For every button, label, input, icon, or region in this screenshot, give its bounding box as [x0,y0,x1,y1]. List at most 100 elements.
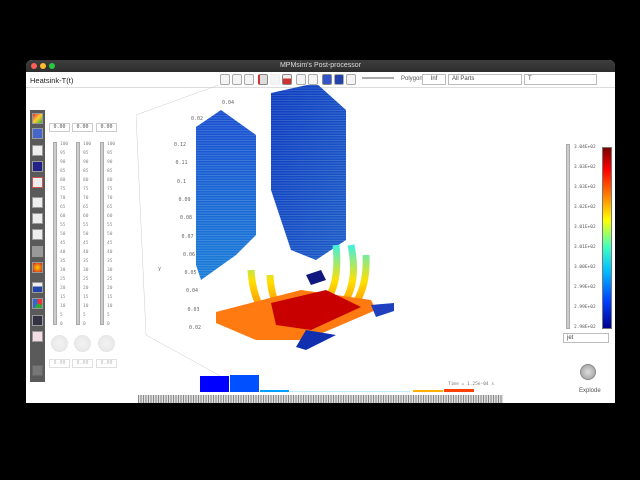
slider-tick: 75 [107,187,113,192]
slider-tick: 50 [83,232,89,237]
bar-chart-icon[interactable] [32,128,43,139]
slider-tick: 95 [60,151,66,156]
slider-tick: 80 [83,178,89,183]
knob-1[interactable] [51,335,68,352]
slider-tick: 50 [107,232,113,237]
area-chart-icon[interactable] [32,282,43,293]
slider-tick: 30 [83,268,89,273]
box-icon[interactable] [308,74,318,85]
title-bar: MPMsim's Post-processor [26,60,615,72]
slider-tick: 65 [83,205,89,210]
colormap-select[interactable]: jet [563,333,609,343]
polygon-slider[interactable] [362,77,394,79]
save-icon[interactable] [334,74,344,85]
slider-ticks: 100 95 90 85 80 75 70 65 60 55 50 45 40 35 30 25 20 15 10 5… [60,140,68,329]
slider-tick: 85 [107,169,113,174]
y-tick: 0.12 [174,142,187,148]
parts-select[interactable]: All Parts [448,74,522,85]
rotate-icon[interactable] [220,74,230,85]
y-tick: 0.05 [184,270,197,277]
mountain-icon[interactable] [282,74,292,85]
slider-tick: 10 [107,304,113,309]
lasso-icon[interactable] [32,229,43,240]
range-slider-2[interactable] [76,142,80,325]
plot-icon[interactable] [32,365,43,376]
maximize-button[interactable] [49,63,55,69]
slider-tick: 45 [60,241,66,246]
palette-icon[interactable] [32,262,43,273]
settings-icon[interactable] [346,74,356,85]
clip-icon[interactable] [32,213,43,224]
time-slider[interactable] [138,395,503,403]
slider-tick: 75 [83,187,89,192]
slider-tick: 70 [83,196,89,201]
line-icon[interactable] [32,197,43,208]
slider-tick: 55 [60,223,66,228]
axes-icon[interactable] [258,74,268,85]
slider-1-value[interactable]: 0.00 [49,123,70,132]
quantity-select[interactable]: T [524,74,597,85]
range-slider-3[interactable] [100,142,104,325]
slider-tick: 20 [60,286,66,291]
y-tick: 0.07 [181,233,194,240]
range-slider-1[interactable] [53,142,57,325]
mesh-icon[interactable] [296,74,306,85]
slider-tick: 20 [83,286,89,291]
slider-tick: 30 [107,268,113,273]
slider-tick: 5 [60,313,63,318]
explode-knob[interactable] [580,364,596,380]
slider-tick: 90 [83,160,89,165]
blue-shape-icon[interactable] [32,161,43,172]
colorbar-range-slider[interactable] [566,144,570,329]
colorbar-label: 2.99E+02 [574,285,596,290]
slider-tick: 60 [107,214,113,219]
slider-tick: 100 [107,142,116,147]
slider-tick: 95 [107,151,113,156]
slider-tick: 40 [107,250,113,255]
knob-2[interactable] [74,335,91,352]
minimize-button[interactable] [40,63,46,69]
rectangle-icon[interactable] [32,315,43,326]
app-window: MPMsim's Post-processor Heatsink-T(t) Po… [26,60,615,403]
brush-icon[interactable] [32,246,43,257]
slider-tick: 75 [60,187,66,192]
slider-3-value[interactable]: 0.00 [96,123,117,132]
pie-icon[interactable] [32,298,43,309]
colorbar-label: 3.03E+02 [574,165,596,170]
close-button[interactable] [31,63,37,69]
explode-label: Explode [579,388,601,394]
y-tick: 0.03 [187,306,200,313]
polygons-input[interactable]: Inf [422,74,446,85]
cube-icon[interactable] [32,177,43,188]
left-toolbar [30,110,45,382]
slider-tick: 20 [107,286,113,291]
colorbar-label: 3.02E+02 [574,205,596,210]
zoom-icon[interactable] [244,74,254,85]
slider-tick: 70 [60,196,66,201]
probe-icon[interactable] [32,331,43,342]
colorful-surface-icon[interactable] [32,113,43,124]
slider-tick: 0 [83,322,86,327]
slider-tick: 55 [107,223,113,228]
top-tick: 0.02 [191,116,204,122]
y-tick: 0.08 [180,215,193,222]
grid-icon[interactable] [270,74,280,85]
copy-icon[interactable] [232,74,242,85]
colorbar-label: 3.01E+02 [574,225,596,230]
slider-3-bottom-value[interactable]: 0.00 [96,359,117,368]
triangle-icon[interactable] [32,145,43,156]
slider-tick: 55 [83,223,89,228]
slider-tick: 95 [83,151,89,156]
slider-ticks: 100 95 90 85 80 75 70 65 60 55 50 45 40 35 30 25 20 15 10 5… [83,140,91,329]
colorbar-label: 2.99E+02 [574,305,596,310]
slider-tick: 10 [83,304,89,309]
render-icon[interactable] [322,74,332,85]
y-tick: 0.09 [178,196,191,203]
slider-2-bottom-value[interactable]: 0.00 [72,359,93,368]
knob-3[interactable] [98,335,115,352]
slider-tick: 0 [107,322,110,327]
slider-2-value[interactable]: 0.00 [72,123,93,132]
slider-1-bottom-value[interactable]: 0.00 [49,359,70,368]
slider-tick: 25 [60,277,66,282]
slider-tick: 65 [107,205,113,210]
